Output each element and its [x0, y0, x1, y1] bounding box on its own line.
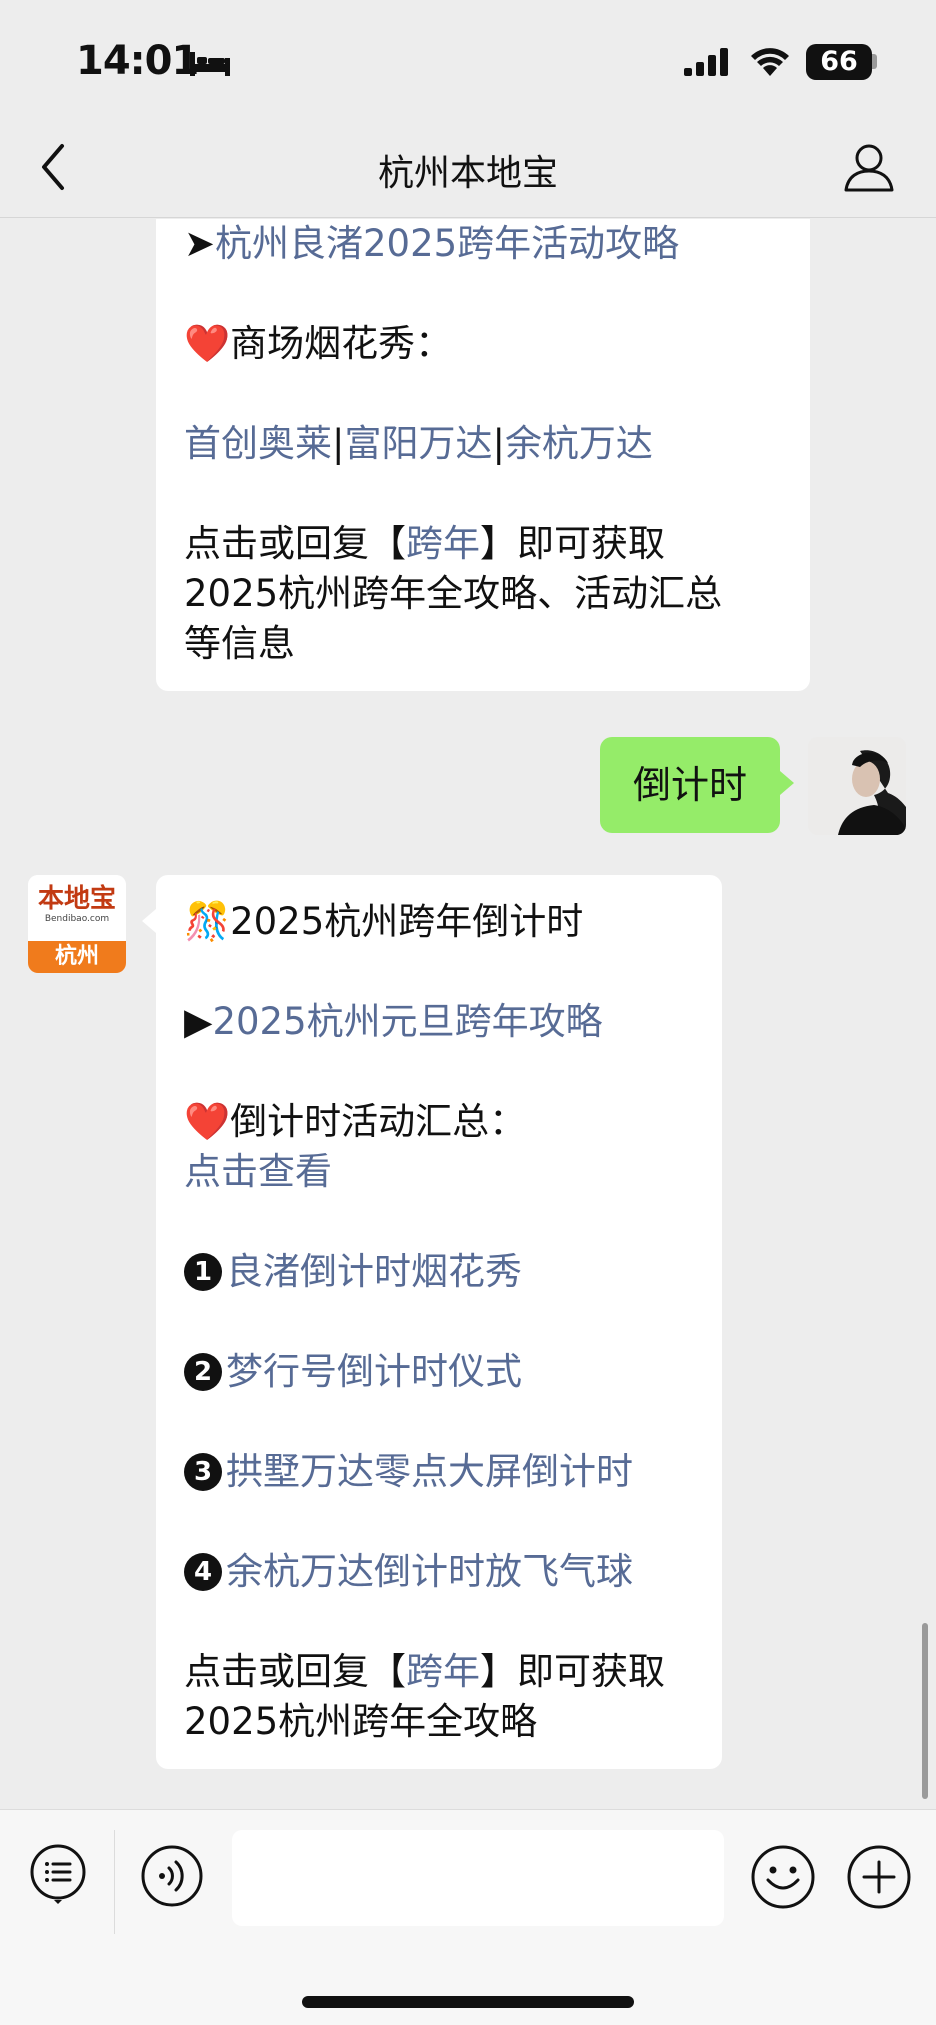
wifi-icon: [751, 48, 789, 76]
countdown-summary-label: 倒计时活动汇总：: [230, 1100, 527, 1143]
guide-link-line: ▶2025杭州元旦跨年攻略: [184, 997, 694, 1047]
list-item: 1 良渚倒计时烟花秀: [184, 1247, 694, 1297]
list-item: 2 梦行号倒计时仪式: [184, 1347, 694, 1397]
reply-hint-line: 点击或回复【跨年】即可获取: [184, 1647, 694, 1697]
item-link-menghang-ceremony[interactable]: 梦行号倒计时仪式: [226, 1350, 522, 1393]
countdown-title-line: 🎊2025杭州跨年倒计时: [184, 897, 694, 947]
number-badge-icon: 3: [184, 1453, 222, 1491]
mall-links-line: 首创奥莱|富阳万达|余杭万达: [184, 419, 782, 469]
avatar-logo-area: 本地宝 Bendibao.com: [28, 875, 126, 941]
item-link-yuhang-wanda-balloons[interactable]: 余杭万达倒计时放飞气球: [226, 1550, 633, 1593]
play-arrow-icon: ▶: [184, 1000, 213, 1043]
cellular-signal-icon: [684, 48, 728, 76]
page-title: 杭州本地宝: [377, 153, 558, 194]
view-details-link[interactable]: 点击查看: [184, 1150, 332, 1193]
separator: |: [332, 422, 345, 465]
reply-prefix: 点击或回复【: [184, 1650, 406, 1693]
list-item: 4 余杭万达倒计时放飞气球: [184, 1547, 694, 1597]
yuhang-wanda-link[interactable]: 余杭万达: [505, 422, 653, 465]
home-indicator[interactable]: [302, 1996, 634, 2008]
separator: |: [492, 422, 505, 465]
reply-hint-line-3: 等信息: [184, 622, 295, 665]
battery-tip: [872, 54, 877, 69]
battery-indicator: 66: [806, 44, 872, 80]
reply-hint-line-2: 2025杭州跨年全攻略、活动汇总: [184, 572, 723, 615]
reply-suffix: 】即可获取: [480, 522, 665, 565]
scrollbar[interactable]: [922, 1623, 928, 1799]
number-badge-icon: 2: [184, 1353, 222, 1391]
input-bar: [0, 1809, 936, 2025]
mall-fireworks-line: ❤️商场烟花秀：: [184, 319, 782, 369]
user-avatar[interactable]: [808, 737, 906, 835]
message-input[interactable]: [232, 1830, 724, 1926]
list-item: 3 拱墅万达零点大屏倒计时: [184, 1447, 694, 1497]
fuyang-wanda-link[interactable]: 富阳万达: [344, 422, 492, 465]
number-badge-icon: 4: [184, 1553, 222, 1591]
avatar-logo-text: 本地宝: [37, 884, 116, 914]
link-line: ➤杭州良渚2025跨年活动攻略: [184, 219, 782, 269]
profile-icon[interactable]: [842, 140, 896, 194]
new-year-guide-link[interactable]: 2025杭州元旦跨年攻略: [212, 1000, 602, 1043]
chat-area[interactable]: ➤杭州良渚2025跨年活动攻略 ❤️商场烟花秀： 首创奥莱|富阳万达|余杭万达 …: [0, 219, 936, 1809]
heart-icon: ❤️: [184, 1100, 231, 1143]
mall-fireworks-label: 商场烟花秀：: [230, 322, 453, 365]
voice-icon[interactable]: [140, 1844, 204, 1908]
sleep-focus-icon: [190, 52, 230, 76]
arrow-icon: ➤: [184, 222, 216, 265]
official-account-avatar[interactable]: 本地宝 Bendibao.com 杭州: [28, 875, 126, 973]
divider: [114, 1830, 115, 1934]
liangzhu-guide-link[interactable]: 杭州良渚2025跨年活动攻略: [215, 222, 679, 265]
number-badge-icon: 1: [184, 1253, 222, 1291]
bot-message-bubble: ➤杭州良渚2025跨年活动攻略 ❤️商场烟花秀： 首创奥莱|富阳万达|余杭万达 …: [156, 219, 810, 691]
avatar-logo-sub: Bendibao.com: [44, 914, 110, 924]
user-avatar-image: [808, 737, 906, 835]
shouchuang-outlet-link[interactable]: 首创奥莱: [184, 422, 332, 465]
heart-icon: ❤️: [184, 322, 231, 365]
reply-prefix: 点击或回复【: [184, 522, 406, 565]
item-link-liangzhu-fireworks[interactable]: 良渚倒计时烟花秀: [226, 1250, 522, 1293]
emoji-icon[interactable]: [750, 1844, 816, 1910]
kuanian-keyword-link[interactable]: 跨年: [406, 522, 480, 565]
plus-icon[interactable]: [846, 1844, 912, 1910]
menu-list-icon[interactable]: [28, 1844, 88, 1904]
reply-hint-line-2: 2025杭州跨年全攻略: [184, 1700, 538, 1743]
user-message-bubble: 倒计时: [600, 737, 794, 833]
item-link-gongshu-wanda-screen[interactable]: 拱墅万达零点大屏倒计时: [226, 1450, 633, 1493]
avatar-city-label: 杭州: [28, 941, 126, 973]
countdown-summary-line: ❤️倒计时活动汇总：: [184, 1097, 694, 1147]
countdown-title: 2025杭州跨年倒计时: [230, 900, 584, 943]
nav-bar: 杭州本地宝: [0, 120, 936, 218]
reply-suffix: 】即可获取: [480, 1650, 665, 1693]
reply-hint-line: 点击或回复【跨年】即可获取: [184, 519, 782, 569]
status-time: 14:01: [76, 38, 199, 84]
bot-message-bubble: 🎊2025杭州跨年倒计时 ▶2025杭州元旦跨年攻略 ❤️倒计时活动汇总： 点击…: [142, 875, 722, 1769]
status-bar: 14:01 66: [0, 0, 936, 120]
confetti-icon: 🎊: [184, 900, 231, 943]
kuanian-keyword-link[interactable]: 跨年: [406, 1650, 480, 1693]
